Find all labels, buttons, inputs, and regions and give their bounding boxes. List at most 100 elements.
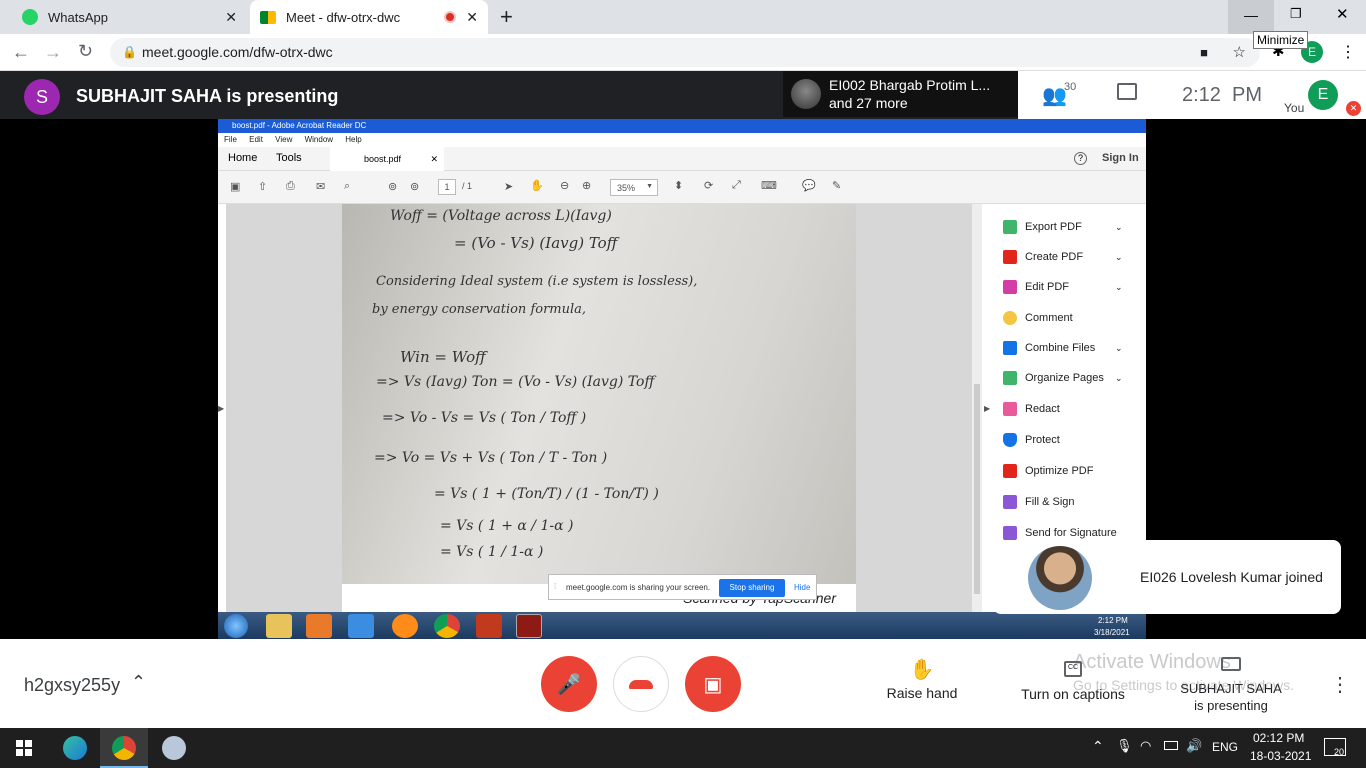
windows-start-icon[interactable]: [16, 740, 32, 756]
back-icon[interactable]: ←: [12, 42, 30, 63]
panel-label: Protect: [1025, 434, 1060, 446]
notification-icon[interactable]: 20: [1324, 738, 1346, 757]
presenting-line2: is presenting: [1194, 698, 1268, 713]
participants-card[interactable]: EI002 Bhargab Protim L... and 27 more: [783, 71, 1018, 117]
select-icon[interactable]: ➤: [504, 180, 513, 193]
hand-icon[interactable]: ✋: [530, 179, 544, 192]
menu-icon[interactable]: ⋮: [1340, 42, 1356, 62]
chrome-taskbar-icon[interactable]: [100, 728, 148, 768]
comment-icon[interactable]: 💬: [802, 179, 816, 192]
raise-hand-label: Raise hand: [886, 685, 958, 701]
panel-comment[interactable]: Comment: [1003, 303, 1073, 333]
language-indicator[interactable]: ENG: [1212, 740, 1238, 754]
camera-icon[interactable]: ■: [1200, 38, 1208, 67]
panel-fill-sign[interactable]: Fill & Sign: [1003, 487, 1075, 517]
tab-doc[interactable]: boost.pdf ✕: [330, 147, 444, 171]
reload-icon[interactable]: ↻: [78, 41, 93, 62]
drag-handle-icon[interactable]: ⁞: [554, 582, 556, 591]
panel-optimize-pdf[interactable]: Optimize PDF: [1003, 456, 1093, 486]
tab-label: Meet - dfw-otrx-dwc: [286, 9, 401, 25]
raise-hand-button[interactable]: ✋ Raise hand: [882, 657, 962, 701]
panel-create-pdf[interactable]: Create PDF ⌄: [1003, 242, 1123, 272]
chevron-up-icon[interactable]: ⌃: [131, 672, 146, 693]
tab-home[interactable]: Home: [228, 152, 257, 164]
panel-redact[interactable]: Redact: [1003, 394, 1060, 424]
star-icon[interactable]: ☆: [1233, 38, 1246, 67]
upload-icon[interactable]: ⇧: [258, 180, 267, 193]
zoom-out-icon[interactable]: ⊖: [560, 179, 569, 192]
acrobat-taskbar-icon[interactable]: [516, 614, 542, 638]
url-input[interactable]: 🔒 meet.google.com/dfw-otrx-dwc ■ ☆: [110, 38, 1260, 67]
rotate-icon[interactable]: ⟳: [704, 179, 713, 192]
panel-export-pdf[interactable]: Export PDF ⌄: [1003, 212, 1123, 242]
participants-card-line1: EI002 Bhargab Protim L...: [829, 77, 991, 93]
menu-help[interactable]: Help: [345, 135, 361, 144]
panel-protect[interactable]: Protect: [1003, 425, 1060, 455]
restore-icon[interactable]: ❐: [1290, 6, 1302, 22]
more-options-icon[interactable]: ⋮: [1330, 672, 1350, 697]
keyboard-icon[interactable]: ⌨: [761, 179, 777, 192]
vertical-scrollbar[interactable]: [972, 204, 982, 612]
panel-edit-pdf[interactable]: Edit PDF ⌄: [1003, 272, 1123, 302]
close-window-icon[interactable]: ✕: [1336, 5, 1349, 23]
zoom-in-icon[interactable]: ⊕: [582, 179, 591, 192]
scroll-thumb[interactable]: [974, 384, 980, 594]
tab-tools[interactable]: Tools: [276, 152, 302, 164]
battery-icon[interactable]: [1164, 741, 1178, 750]
start-orb-icon[interactable]: [224, 614, 248, 638]
search-icon[interactable]: ⌕: [344, 180, 350, 193]
taskbar-time[interactable]: 02:12 PM: [1253, 731, 1304, 745]
panel-toggle-arrow-icon[interactable]: ▶: [984, 404, 990, 413]
forward-icon[interactable]: →: [44, 42, 62, 63]
tab-meet[interactable]: Meet - dfw-otrx-dwc ✕: [250, 0, 488, 34]
menu-edit[interactable]: Edit: [249, 135, 263, 144]
close-icon[interactable]: ✕: [466, 9, 478, 26]
prev-page-icon[interactable]: ⊚: [388, 180, 397, 193]
zoom-select[interactable]: 35% ▼: [610, 179, 658, 196]
microphone-toggle-button[interactable]: 🎤: [541, 656, 597, 712]
media-player-icon[interactable]: [306, 614, 332, 638]
fullscreen-icon[interactable]: ⤢: [732, 179, 741, 192]
ie-icon[interactable]: [348, 614, 374, 638]
email-icon[interactable]: ✉: [316, 180, 325, 193]
minimize-icon[interactable]: —: [1228, 0, 1274, 34]
panel-combine-files[interactable]: Combine Files ⌄: [1003, 333, 1123, 363]
menu-window[interactable]: Window: [305, 135, 333, 144]
stop-sharing-button[interactable]: Stop sharing: [719, 579, 785, 597]
panel-organize-pages[interactable]: Organize Pages ⌄: [1003, 363, 1123, 393]
shared-taskbar: 2:12 PM 3/18/2021: [218, 612, 1146, 639]
left-panel-arrow-icon[interactable]: ▶: [218, 404, 224, 413]
menu-file[interactable]: File: [224, 135, 237, 144]
chat-icon[interactable]: [1117, 83, 1137, 100]
new-tab-icon[interactable]: +: [500, 4, 513, 30]
hide-link[interactable]: Hide: [794, 583, 810, 592]
chrome-icon[interactable]: [434, 614, 460, 638]
firefox-icon[interactable]: [392, 614, 418, 638]
fit-icon[interactable]: ⬍: [674, 179, 683, 192]
tray-chevron-up-icon[interactable]: ⌃: [1092, 738, 1104, 755]
page-number-input[interactable]: 1: [438, 179, 456, 195]
print-icon[interactable]: ⎙: [286, 180, 295, 193]
wifi-icon[interactable]: ◠: [1140, 738, 1151, 754]
explorer-icon[interactable]: [266, 614, 292, 638]
pen-icon[interactable]: ✎: [832, 179, 841, 192]
meeting-code[interactable]: h2gxsy255y: [24, 675, 120, 696]
handwriting-line: => Vs (Iavg) Ton = (Vo - Vs) (Iavg) Toff: [376, 374, 655, 390]
taskbar-date[interactable]: 18-03-2021: [1250, 749, 1311, 763]
sign-in-link[interactable]: Sign In: [1102, 152, 1139, 164]
participant-avatar: [791, 79, 821, 109]
next-page-icon[interactable]: ⊚: [410, 180, 419, 193]
tab-whatsapp[interactable]: WhatsApp ✕: [12, 0, 247, 34]
save-icon[interactable]: ▣: [230, 180, 240, 193]
menu-view[interactable]: View: [275, 135, 292, 144]
paint-icon[interactable]: [162, 736, 186, 760]
leave-call-button[interactable]: [613, 656, 669, 712]
edge-icon[interactable]: [63, 736, 87, 760]
app-icon[interactable]: [476, 614, 502, 638]
close-icon[interactable]: ✕: [430, 154, 438, 165]
mic-tray-icon[interactable]: 🎙: [1116, 738, 1133, 754]
camera-toggle-button[interactable]: ▣: [685, 656, 741, 712]
help-icon[interactable]: ?: [1074, 152, 1087, 165]
close-icon[interactable]: ✕: [225, 9, 237, 26]
volume-icon[interactable]: 🔊: [1186, 738, 1202, 754]
